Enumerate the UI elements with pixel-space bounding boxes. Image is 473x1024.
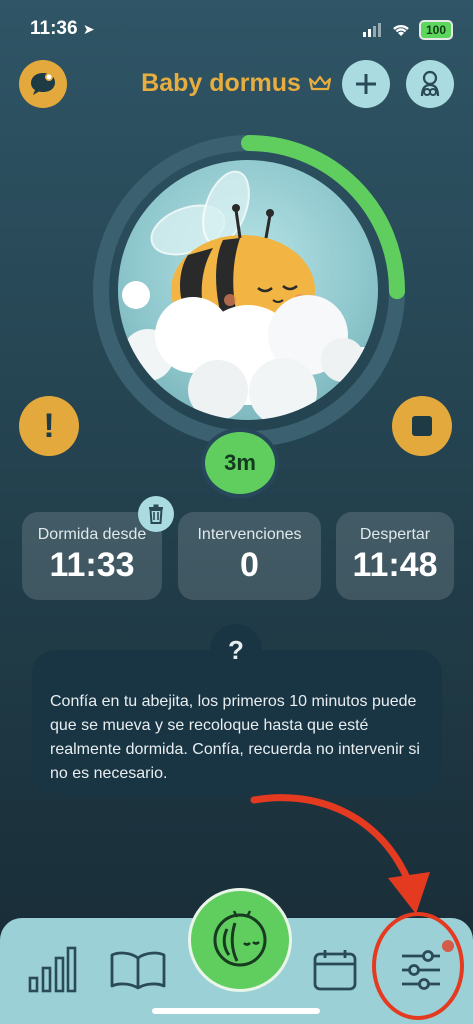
stat-value: 11:48 — [352, 546, 438, 584]
page-title: Baby dormus — [0, 68, 473, 98]
tab-book[interactable] — [108, 950, 168, 990]
stat-label: Intervenciones — [197, 526, 302, 543]
crown-icon — [308, 76, 331, 91]
annotation-circle — [372, 912, 464, 1020]
sleeping-bee-icon — [213, 910, 267, 967]
plus-icon — [356, 74, 376, 94]
tab-home-sleep[interactable] — [188, 888, 292, 992]
sleeping-bee-illustration — [118, 160, 378, 420]
tab-stats[interactable] — [26, 946, 78, 994]
status-time: 11:36 ➤ — [30, 18, 95, 39]
exclamation-icon: ! — [43, 406, 55, 445]
signal-icon — [362, 23, 381, 37]
book-icon — [110, 951, 166, 990]
stat-value: 0 — [240, 546, 259, 584]
question-badge: ? — [210, 624, 262, 676]
question-icon: ? — [228, 634, 244, 665]
stat-label: Despertar — [359, 526, 431, 543]
stat-label: Dormida desde — [37, 526, 147, 543]
baby-profile-button[interactable] — [406, 60, 454, 108]
bar-chart-icon — [28, 946, 77, 993]
bee-on-cloud-image — [122, 170, 374, 420]
home-indicator[interactable] — [152, 1008, 320, 1014]
trash-icon — [149, 504, 163, 524]
alert-button[interactable]: ! — [19, 396, 79, 456]
add-button[interactable] — [342, 60, 390, 108]
baby-profile-icon — [420, 70, 440, 97]
tip-text: Confía en tu abejita, los primeros 10 mi… — [50, 693, 420, 782]
stop-icon — [412, 416, 432, 436]
delete-button[interactable] — [138, 496, 174, 532]
stat-card-wake-up: Despertar 11:48 — [336, 512, 454, 600]
wifi-icon — [393, 24, 409, 36]
elapsed-timer-badge: 3m — [201, 428, 279, 498]
status-indicators: 100 — [362, 20, 453, 40]
stat-card-interventions: Intervenciones 0 — [178, 512, 321, 600]
calendar-icon — [313, 950, 357, 991]
battery-indicator: 100 — [418, 20, 453, 40]
stat-value: 11:33 — [49, 546, 135, 584]
stop-button[interactable] — [392, 396, 452, 456]
tab-calendar[interactable] — [312, 948, 358, 992]
